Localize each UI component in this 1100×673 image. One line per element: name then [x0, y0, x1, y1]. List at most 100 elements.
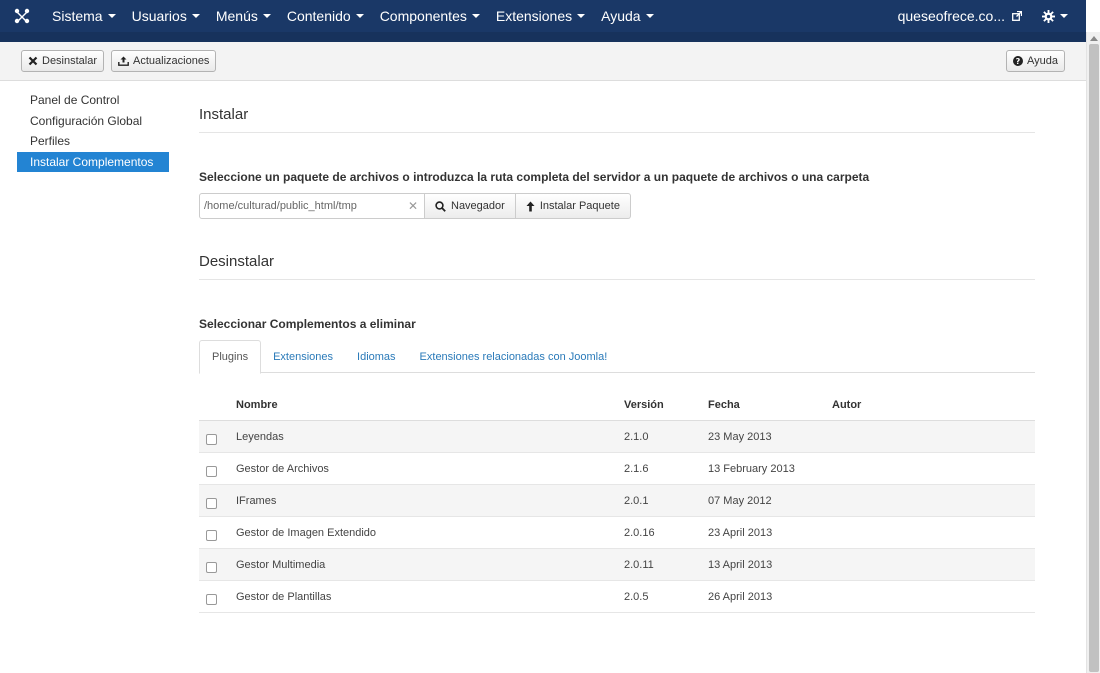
column-date[interactable]: Fecha: [708, 399, 832, 411]
uninstall-label: Desinstalar: [42, 55, 98, 67]
row-checkbox[interactable]: [206, 497, 217, 509]
row-checkbox[interactable]: [206, 465, 217, 477]
tab-plugins[interactable]: Plugins: [199, 340, 262, 374]
updates-button[interactable]: Actualizaciones: [111, 50, 217, 72]
divider: [199, 132, 1035, 133]
install-package-label: Instalar Paquete: [539, 200, 620, 212]
page-scrollbar[interactable]: [1086, 32, 1100, 673]
scroll-up-arrow-icon[interactable]: [1090, 36, 1098, 41]
site-label: queseofrece.co...: [897, 8, 1005, 24]
table-header: Nombre Versión Fecha Autor: [199, 389, 1035, 421]
column-author[interactable]: Autor: [832, 399, 952, 411]
tab-extensions[interactable]: Extensiones: [261, 340, 345, 373]
install-title: Instalar: [199, 106, 249, 123]
table-row: IFrames 2.0.1 07 May 2012: [199, 485, 1035, 517]
caret-down-icon: [645, 14, 654, 18]
row-version: 2.1.6: [624, 462, 649, 475]
row-name: Gestor de Archivos: [236, 462, 329, 475]
row-version: 2.0.1: [624, 494, 649, 507]
arrow-up-icon: [526, 201, 535, 212]
menu-ayuda[interactable]: Ayuda: [593, 0, 661, 32]
column-version[interactable]: Versión: [624, 399, 708, 411]
row-check-cell: [199, 493, 236, 509]
package-path-input[interactable]: /home/culturad/public_html/tmp ✕: [199, 193, 425, 219]
svg-text:?: ?: [1016, 57, 1021, 66]
row-version: 2.0.11: [624, 558, 654, 571]
tab-joomla-related[interactable]: Extensiones relacionadas con Joomla!: [408, 340, 620, 373]
menu-label: Menús: [215, 8, 258, 24]
scroll-thumb[interactable]: [1089, 44, 1099, 672]
row-version: 2.0.16: [624, 526, 655, 539]
gear-icon: [1042, 9, 1055, 23]
title-bar: [0, 32, 1086, 42]
row-date: 13 February 2013: [708, 462, 795, 475]
caret-down-icon: [191, 14, 200, 18]
menu-label: Componentes: [379, 8, 467, 24]
menu-sistema[interactable]: Sistema: [44, 0, 124, 32]
site-link[interactable]: queseofrece.co...: [888, 8, 1032, 24]
menu-usuarios[interactable]: Usuarios: [124, 0, 208, 32]
menu-label: Contenido: [286, 8, 351, 24]
settings-menu[interactable]: [1032, 9, 1086, 23]
main-menu: Sistema Usuarios Menús Contenido Compone…: [44, 0, 662, 32]
row-check-cell: [199, 461, 236, 477]
navbar-right: queseofrece.co...: [888, 0, 1086, 32]
menu-label: Sistema: [52, 8, 103, 24]
row-name: Gestor Multimedia: [236, 558, 326, 571]
row-name: Gestor de Plantillas: [236, 590, 332, 603]
row-name: IFrames: [236, 494, 277, 507]
caret-down-icon: [1060, 14, 1068, 18]
menu-label: Extensiones: [495, 8, 573, 24]
menu-menus[interactable]: Menús: [208, 0, 279, 32]
row-checkbox[interactable]: [206, 433, 217, 445]
table-row: Gestor de Imagen Extendido 2.0.16 23 Apr…: [199, 517, 1035, 549]
caret-down-icon: [262, 14, 271, 18]
row-date: 23 April 2013: [708, 526, 773, 539]
column-name[interactable]: Nombre: [236, 399, 624, 411]
row-date: 23 May 2013: [708, 430, 772, 443]
upload-icon: [118, 56, 129, 66]
tab-languages[interactable]: Idiomas: [345, 340, 408, 373]
sidebar-item-profiles[interactable]: Perfiles: [17, 131, 169, 152]
table-row: Leyendas 2.1.0 23 May 2013: [199, 421, 1035, 453]
top-navbar: Sistema Usuarios Menús Contenido Compone…: [0, 0, 1086, 32]
menu-label: Usuarios: [131, 8, 187, 24]
caret-down-icon: [577, 14, 586, 18]
sidebar-item-global-config[interactable]: Configuración Global: [17, 111, 169, 132]
row-version: 2.1.0: [624, 430, 649, 443]
install-package-button[interactable]: Instalar Paquete: [515, 193, 631, 219]
sidebar-item-install-extensions[interactable]: Instalar Complementos: [17, 151, 169, 172]
row-name: Gestor de Imagen Extendido: [236, 526, 377, 539]
menu-contenido[interactable]: Contenido: [279, 0, 372, 32]
row-name: Leyendas: [236, 430, 284, 443]
help-label: Ayuda: [1027, 55, 1058, 67]
browse-button[interactable]: Navegador: [425, 193, 516, 219]
clear-icon[interactable]: ✕: [408, 199, 418, 213]
toolbar: Desinstalar Actualizaciones ? Ayuda: [0, 42, 1086, 81]
install-input-group: /home/culturad/public_html/tmp ✕ Navegad…: [199, 193, 631, 219]
row-version: 2.0.5: [624, 590, 649, 603]
menu-label: Ayuda: [601, 8, 641, 24]
caret-down-icon: [107, 14, 116, 18]
uninstall-title: Desinstalar: [199, 253, 275, 270]
caret-down-icon: [355, 14, 364, 18]
search-icon: [435, 200, 446, 212]
row-check-cell: [199, 429, 236, 445]
browse-label: Navegador: [451, 200, 505, 212]
close-icon: [28, 56, 38, 66]
updates-label: Actualizaciones: [133, 55, 210, 67]
help-button[interactable]: ? Ayuda: [1006, 50, 1065, 72]
menu-extensiones[interactable]: Extensiones: [488, 0, 593, 32]
sidebar-item-panel-control[interactable]: Panel de Control: [17, 90, 169, 111]
row-check-cell: [199, 557, 236, 573]
row-date: 26 April 2013: [708, 590, 773, 603]
joomla-icon[interactable]: [0, 0, 44, 32]
menu-componentes[interactable]: Componentes: [372, 0, 488, 32]
row-checkbox[interactable]: [206, 593, 217, 605]
uninstall-button[interactable]: Desinstalar: [21, 50, 105, 72]
row-checkbox[interactable]: [206, 529, 217, 541]
row-checkbox[interactable]: [206, 561, 217, 573]
table-row: Gestor de Plantillas 2.0.5 26 April 2013: [199, 581, 1035, 613]
extensions-table: Nombre Versión Fecha Autor Leyendas 2.1.…: [199, 389, 1035, 613]
install-instruction: Seleccione un paquete de archivos o intr…: [199, 170, 870, 184]
